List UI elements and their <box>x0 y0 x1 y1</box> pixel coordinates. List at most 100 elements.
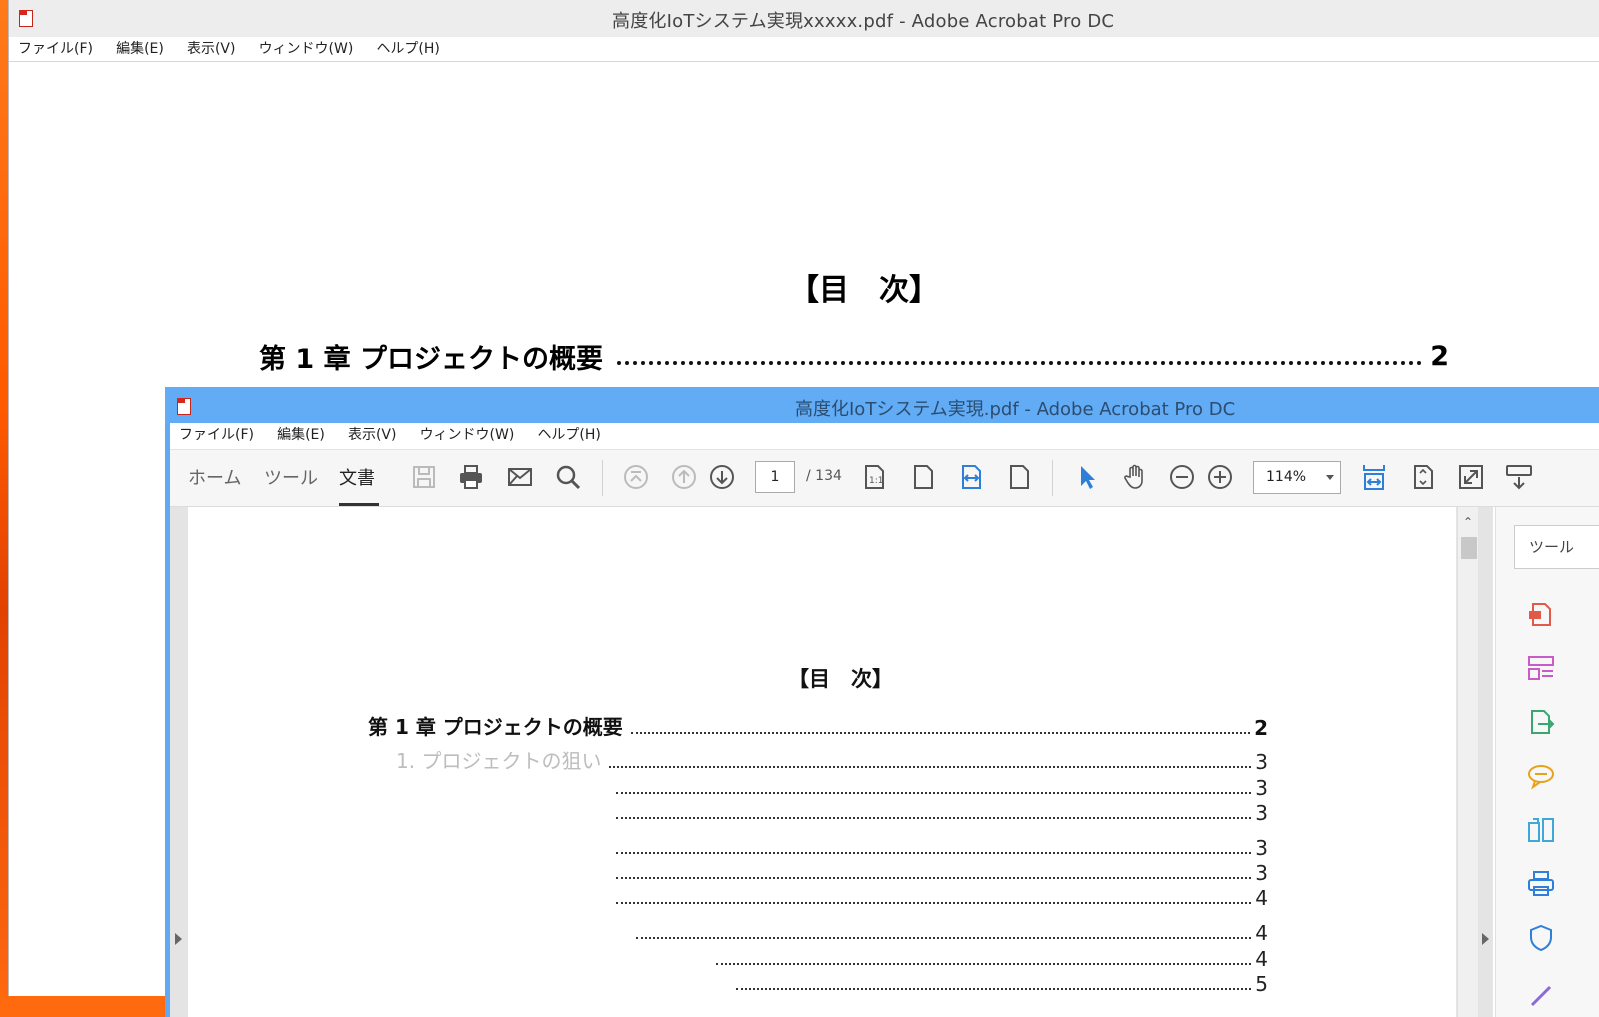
edit-pdf-icon[interactable] <box>1526 707 1556 737</box>
toolbar-divider <box>602 460 603 496</box>
organize-pages-icon[interactable] <box>1526 653 1556 683</box>
toc-row-page: 2 <box>1254 716 1268 740</box>
menu-edit[interactable]: 編集(E) <box>107 37 173 61</box>
menu-file[interactable]: ファイル(F) <box>170 423 263 447</box>
scan-icon[interactable] <box>1526 869 1556 899</box>
print-icon[interactable] <box>456 462 486 492</box>
toc-row[interactable]: 3 <box>608 774 1268 800</box>
fit-window-icon[interactable] <box>1408 462 1438 492</box>
fit-page-icon[interactable] <box>908 462 938 492</box>
full-screen-icon[interactable] <box>1456 462 1486 492</box>
toc-leader-dots <box>630 732 1251 734</box>
toc-row[interactable]: 5 <box>728 970 1268 996</box>
toc-row-page: 3 <box>1255 776 1268 800</box>
compare-icon[interactable] <box>1526 815 1556 845</box>
toc-row[interactable]: 4 <box>708 945 1268 971</box>
comment-icon[interactable] <box>1526 761 1556 791</box>
vertical-scrollbar[interactable]: ⌃ <box>1457 507 1478 1017</box>
export-pdf-icon[interactable] <box>1526 599 1556 629</box>
toc-leader-dots <box>616 852 1252 854</box>
menu-window[interactable]: ウィンドウ(W) <box>411 423 524 447</box>
toc-row[interactable]: 3 <box>608 859 1268 885</box>
toc-row[interactable]: 3 <box>608 799 1268 825</box>
menu-help[interactable]: ヘルプ(H) <box>367 37 448 61</box>
next-page-icon[interactable] <box>707 462 737 492</box>
toc-leader-dots <box>616 792 1252 794</box>
menu-view[interactable]: 表示(V) <box>339 423 406 447</box>
left-pane-toggle-icon[interactable] <box>175 933 182 945</box>
toc-row-page: 3 <box>1255 750 1268 774</box>
search-icon[interactable] <box>553 462 583 492</box>
desktop-taskbar-edge <box>0 996 170 1017</box>
actual-size-icon[interactable]: 1:1 <box>859 462 889 492</box>
back-titlebar[interactable]: 高度化IoTシステム実現xxxxx.pdf - Adobe Acrobat Pr… <box>9 0 1599 38</box>
fit-width-icon[interactable] <box>956 462 986 492</box>
tools-search-input[interactable]: ツール <box>1514 525 1599 569</box>
tab-tools[interactable]: ツール <box>264 464 318 490</box>
scroll-thumb[interactable] <box>1461 537 1477 559</box>
toc-leader-dots <box>609 766 1252 768</box>
front-menubar: ファイル(F) 編集(E) 表示(V) ウィンドウ(W) ヘルプ(H) <box>170 423 1599 450</box>
toc-leader-dots <box>616 817 1252 819</box>
save-icon[interactable] <box>409 462 439 492</box>
toc-leader-dots <box>616 877 1252 879</box>
pdf-app-icon <box>19 10 33 27</box>
keyboard-icon[interactable] <box>1504 462 1534 492</box>
fit-width-view-icon[interactable] <box>1359 462 1389 492</box>
hand-tool-icon[interactable] <box>1120 462 1150 492</box>
right-pane-toggle-icon[interactable] <box>1482 933 1489 945</box>
zoom-out-icon[interactable] <box>1167 462 1197 492</box>
toc-leader-dots <box>716 963 1252 965</box>
menu-help[interactable]: ヘルプ(H) <box>528 423 609 447</box>
menu-file[interactable]: ファイル(F) <box>9 37 102 61</box>
toc-row-page: 3 <box>1255 836 1268 860</box>
front-titlebar[interactable]: 高度化IoTシステム実現.pdf - Adobe Acrobat Pro DC <box>165 387 1599 423</box>
select-cursor-icon[interactable] <box>1072 462 1102 492</box>
svg-text:1:1: 1:1 <box>869 476 883 486</box>
toolbar-divider <box>1052 460 1053 496</box>
toc-row[interactable]: 4 <box>628 919 1268 945</box>
toc-row-page: 4 <box>1255 921 1268 945</box>
protect-icon[interactable] <box>1526 923 1556 953</box>
menu-window[interactable]: ウィンドウ(W) <box>250 37 363 61</box>
desktop-background <box>0 0 8 1017</box>
email-icon[interactable] <box>505 462 535 492</box>
toc-row[interactable]: 第 1 章 プロジェクトの概要 2 <box>368 714 1268 740</box>
toc-row-page: 5 <box>1255 972 1268 996</box>
toc-row[interactable]: 1. プロジェクトの狙い 3 <box>368 748 1268 774</box>
document-viewport[interactable]: 【目 次】 第 1 章 プロジェクトの概要 2 1. プロジェクトの狙い 3 3 <box>170 507 1493 1017</box>
back-toc-title: 【目 次】 <box>789 273 939 308</box>
toc-leader-dots <box>617 347 1423 365</box>
toc-title: 【目 次】 <box>788 667 893 691</box>
toc-row-page: 3 <box>1255 801 1268 825</box>
toc-row-page: 4 <box>1255 886 1268 910</box>
tab-home[interactable]: ホーム <box>188 464 241 490</box>
toc-leader-dots <box>616 902 1252 904</box>
menu-edit[interactable]: 編集(E) <box>268 423 334 447</box>
pdf-page: 【目 次】 第 1 章 プロジェクトの概要 2 1. プロジェクトの狙い 3 3 <box>188 507 1456 1017</box>
toc-row[interactable]: 4 <box>608 884 1268 910</box>
page-number-input[interactable]: 1 <box>755 461 795 493</box>
single-page-icon[interactable] <box>1004 462 1034 492</box>
scroll-up-icon[interactable]: ⌃ <box>1463 515 1473 529</box>
prev-page-icon[interactable] <box>669 462 699 492</box>
tools-pane: ツール <box>1482 507 1599 1017</box>
zoom-in-icon[interactable] <box>1205 462 1235 492</box>
toc-leader-dots <box>736 988 1252 990</box>
toc-row-page: 3 <box>1255 861 1268 885</box>
first-page-icon[interactable] <box>621 462 651 492</box>
toc-row[interactable]: 3 <box>608 834 1268 860</box>
tab-document[interactable]: 文書 <box>339 464 375 490</box>
front-acrobat-window[interactable]: 高度化IoTシステム実現.pdf - Adobe Acrobat Pro DC … <box>165 387 1599 1017</box>
menu-view[interactable]: 表示(V) <box>178 37 245 61</box>
back-window-title: 高度化IoTシステム実現xxxxx.pdf - Adobe Acrobat Pr… <box>612 11 1115 32</box>
toc-leader-dots <box>636 937 1252 939</box>
zoom-value: 114% <box>1266 469 1307 485</box>
front-window-title: 高度化IoTシステム実現.pdf - Adobe Acrobat Pro DC <box>795 399 1236 420</box>
back-menubar: ファイル(F) 編集(E) 表示(V) ウィンドウ(W) ヘルプ(H) <box>9 37 1599 62</box>
pen-icon[interactable] <box>1526 979 1556 1009</box>
chevron-down-icon <box>1326 475 1334 480</box>
zoom-select[interactable]: 114% <box>1253 461 1341 494</box>
back-chapter-label: 第 1 章 プロジェクトの概要 <box>259 343 603 375</box>
toc-row-label: 第 1 章 プロジェクトの概要 <box>368 715 623 739</box>
